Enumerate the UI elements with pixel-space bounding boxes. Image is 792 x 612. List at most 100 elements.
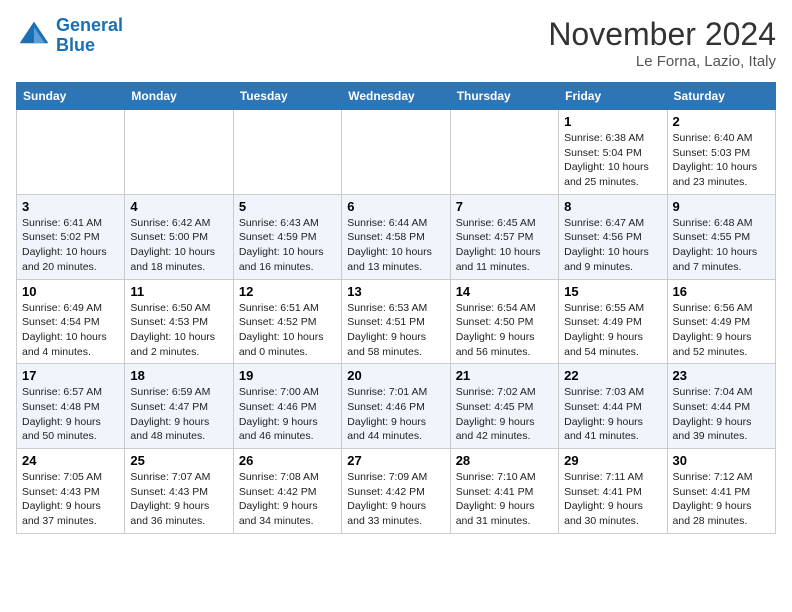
day-info: Sunrise: 7:07 AM Sunset: 4:43 PM Dayligh… [130,470,227,529]
week-row-4: 17 Sunrise: 6:57 AM Sunset: 4:48 PM Dayli… [17,364,776,449]
day-cell: 6Sunrise: 6:44 AM Sunset: 4:58 PM Daylig… [342,194,450,279]
day-number: 18 [130,368,227,383]
day-cell: 7 Sunrise: 6:45 AM Sunset: 4:57 PM Daylig… [450,194,558,279]
day-cell [17,110,125,195]
day-info: Sunrise: 7:08 AM Sunset: 4:42 PM Dayligh… [239,470,336,529]
header-tuesday: Tuesday [233,83,341,110]
day-info: Sunrise: 6:57 AM Sunset: 4:48 PM Dayligh… [22,385,119,444]
day-info: Sunrise: 7:03 AM Sunset: 4:44 PM Dayligh… [564,385,661,444]
day-info: Sunrise: 7:01 AM Sunset: 4:46 PM Dayligh… [347,385,444,444]
day-info: Sunrise: 7:12 AM Sunset: 4:41 PM Dayligh… [673,470,770,529]
day-info: Sunrise: 6:43 AM Sunset: 4:59 PM Dayligh… [239,216,336,275]
day-number: 30 [673,453,770,468]
day-number: 9 [673,199,770,214]
location: Le Forna, Lazio, Italy [548,53,776,70]
day-number: 8 [564,199,661,214]
day-info: Sunrise: 6:40 AM Sunset: 5:03 PM Dayligh… [673,131,770,190]
day-cell: 21 Sunrise: 7:02 AM Sunset: 4:45 PM Dayli… [450,364,558,449]
day-number: 2 [673,114,770,129]
day-cell [342,110,450,195]
day-cell: 28 Sunrise: 7:10 AM Sunset: 4:41 PM Dayli… [450,449,558,534]
day-info: Sunrise: 6:56 AM Sunset: 4:49 PM Dayligh… [673,301,770,360]
day-cell: 4Sunrise: 6:42 AM Sunset: 5:00 PM Daylig… [125,194,233,279]
day-info: Sunrise: 6:50 AM Sunset: 4:53 PM Dayligh… [130,301,227,360]
day-info: Sunrise: 6:51 AM Sunset: 4:52 PM Dayligh… [239,301,336,360]
day-number: 17 [22,368,119,383]
day-info: Sunrise: 6:54 AM Sunset: 4:50 PM Dayligh… [456,301,553,360]
day-number: 15 [564,284,661,299]
day-number: 20 [347,368,444,383]
day-cell: 20 Sunrise: 7:01 AM Sunset: 4:46 PM Dayli… [342,364,450,449]
day-info: Sunrise: 6:53 AM Sunset: 4:51 PM Dayligh… [347,301,444,360]
day-cell: 11 Sunrise: 6:50 AM Sunset: 4:53 PM Dayli… [125,279,233,364]
day-number: 5 [239,199,336,214]
day-info: Sunrise: 6:45 AM Sunset: 4:57 PM Dayligh… [456,216,553,275]
day-number: 25 [130,453,227,468]
day-info: Sunrise: 7:10 AM Sunset: 4:41 PM Dayligh… [456,470,553,529]
day-info: Sunrise: 7:09 AM Sunset: 4:42 PM Dayligh… [347,470,444,529]
day-info: Sunrise: 6:38 AM Sunset: 5:04 PM Dayligh… [564,131,661,190]
week-row-3: 10 Sunrise: 6:49 AM Sunset: 4:54 PM Dayli… [17,279,776,364]
header-sunday: Sunday [17,83,125,110]
day-number: 10 [22,284,119,299]
day-cell: 26 Sunrise: 7:08 AM Sunset: 4:42 PM Dayli… [233,449,341,534]
logo-text: General Blue [56,16,123,56]
day-cell: 17 Sunrise: 6:57 AM Sunset: 4:48 PM Dayli… [17,364,125,449]
page-header: General Blue November 2024 Le Forna, Laz… [16,16,776,70]
day-number: 28 [456,453,553,468]
day-cell: 27 Sunrise: 7:09 AM Sunset: 4:42 PM Dayli… [342,449,450,534]
day-number: 21 [456,368,553,383]
day-cell: 23 Sunrise: 7:04 AM Sunset: 4:44 PM Dayli… [667,364,775,449]
header-saturday: Saturday [667,83,775,110]
logo: General Blue [16,16,123,56]
day-cell: 10 Sunrise: 6:49 AM Sunset: 4:54 PM Dayli… [17,279,125,364]
day-cell [233,110,341,195]
day-number: 7 [456,199,553,214]
day-cell: 30 Sunrise: 7:12 AM Sunset: 4:41 PM Dayli… [667,449,775,534]
day-cell [125,110,233,195]
day-info: Sunrise: 6:55 AM Sunset: 4:49 PM Dayligh… [564,301,661,360]
day-cell: 3Sunrise: 6:41 AM Sunset: 5:02 PM Daylig… [17,194,125,279]
day-info: Sunrise: 7:05 AM Sunset: 4:43 PM Dayligh… [22,470,119,529]
day-info: Sunrise: 7:02 AM Sunset: 4:45 PM Dayligh… [456,385,553,444]
header-thursday: Thursday [450,83,558,110]
day-number: 1 [564,114,661,129]
day-cell: 29 Sunrise: 7:11 AM Sunset: 4:41 PM Dayli… [559,449,667,534]
day-cell: 5 Sunrise: 6:43 AM Sunset: 4:59 PM Daylig… [233,194,341,279]
day-cell: 15 Sunrise: 6:55 AM Sunset: 4:49 PM Dayli… [559,279,667,364]
day-number: 14 [456,284,553,299]
day-info: Sunrise: 6:59 AM Sunset: 4:47 PM Dayligh… [130,385,227,444]
day-cell: 16 Sunrise: 6:56 AM Sunset: 4:49 PM Dayli… [667,279,775,364]
week-row-2: 3Sunrise: 6:41 AM Sunset: 5:02 PM Daylig… [17,194,776,279]
day-cell: 8Sunrise: 6:47 AM Sunset: 4:56 PM Daylig… [559,194,667,279]
day-cell: 12Sunrise: 6:51 AM Sunset: 4:52 PM Dayli… [233,279,341,364]
day-cell: 25 Sunrise: 7:07 AM Sunset: 4:43 PM Dayli… [125,449,233,534]
header-monday: Monday [125,83,233,110]
day-cell: 22Sunrise: 7:03 AM Sunset: 4:44 PM Dayli… [559,364,667,449]
day-info: Sunrise: 7:00 AM Sunset: 4:46 PM Dayligh… [239,385,336,444]
day-info: Sunrise: 6:41 AM Sunset: 5:02 PM Dayligh… [22,216,119,275]
day-number: 4 [130,199,227,214]
day-info: Sunrise: 6:44 AM Sunset: 4:58 PM Dayligh… [347,216,444,275]
title-block: November 2024 Le Forna, Lazio, Italy [548,16,776,70]
day-number: 27 [347,453,444,468]
day-number: 19 [239,368,336,383]
week-row-1: 1 Sunrise: 6:38 AM Sunset: 5:04 PM Daylig… [17,110,776,195]
day-number: 16 [673,284,770,299]
day-info: Sunrise: 7:11 AM Sunset: 4:41 PM Dayligh… [564,470,661,529]
day-cell: 19 Sunrise: 7:00 AM Sunset: 4:46 PM Dayli… [233,364,341,449]
day-cell: 1 Sunrise: 6:38 AM Sunset: 5:04 PM Daylig… [559,110,667,195]
day-number: 23 [673,368,770,383]
day-cell: 2 Sunrise: 6:40 AM Sunset: 5:03 PM Daylig… [667,110,775,195]
day-cell: 18 Sunrise: 6:59 AM Sunset: 4:47 PM Dayli… [125,364,233,449]
day-number: 11 [130,284,227,299]
day-info: Sunrise: 7:04 AM Sunset: 4:44 PM Dayligh… [673,385,770,444]
day-info: Sunrise: 6:49 AM Sunset: 4:54 PM Dayligh… [22,301,119,360]
day-info: Sunrise: 6:48 AM Sunset: 4:55 PM Dayligh… [673,216,770,275]
day-cell: 14 Sunrise: 6:54 AM Sunset: 4:50 PM Dayli… [450,279,558,364]
day-number: 24 [22,453,119,468]
day-number: 29 [564,453,661,468]
calendar-table: SundayMondayTuesdayWednesdayThursdayFrid… [16,82,776,534]
day-cell: 13Sunrise: 6:53 AM Sunset: 4:51 PM Dayli… [342,279,450,364]
day-number: 26 [239,453,336,468]
